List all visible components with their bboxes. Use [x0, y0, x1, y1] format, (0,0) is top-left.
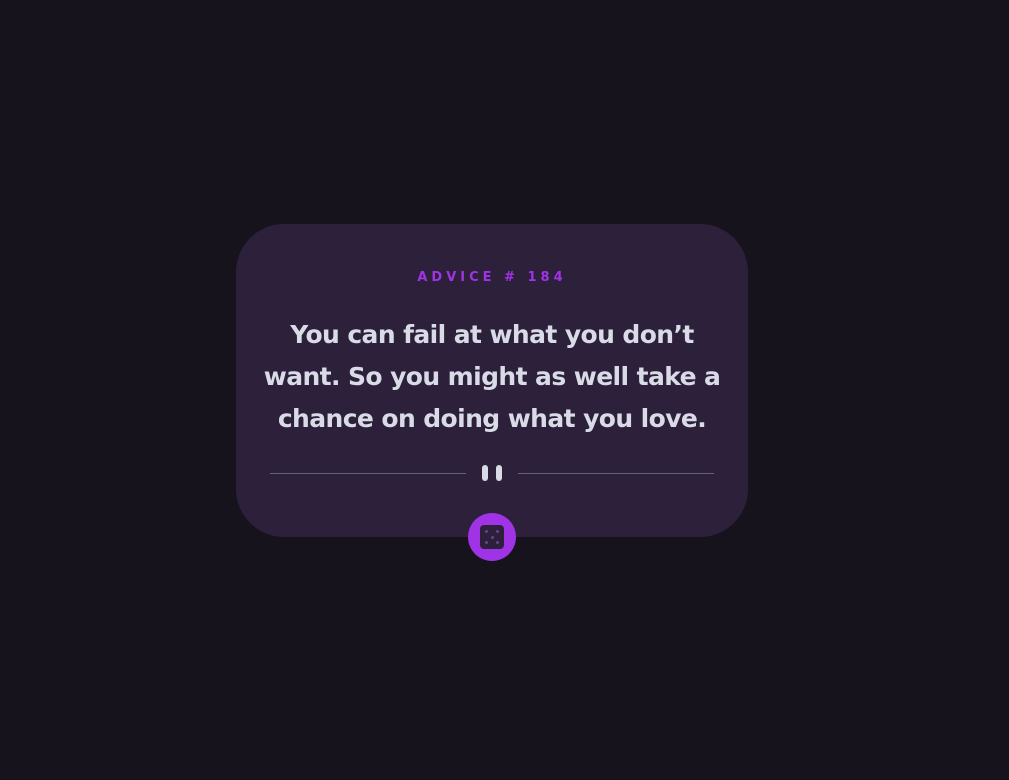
pattern-divider	[270, 464, 714, 482]
advice-card: ADVICE # 184 You can fail at what you do…	[236, 224, 748, 537]
new-advice-button[interactable]	[468, 513, 516, 561]
advice-quote: You can fail at what you don’t want. So …	[263, 320, 721, 433]
divider-line-left	[270, 473, 466, 474]
dice-icon	[480, 525, 504, 549]
advice-number: ADVICE # 184	[417, 270, 567, 285]
divider-line-right	[518, 473, 714, 474]
pause-icon	[482, 465, 502, 481]
